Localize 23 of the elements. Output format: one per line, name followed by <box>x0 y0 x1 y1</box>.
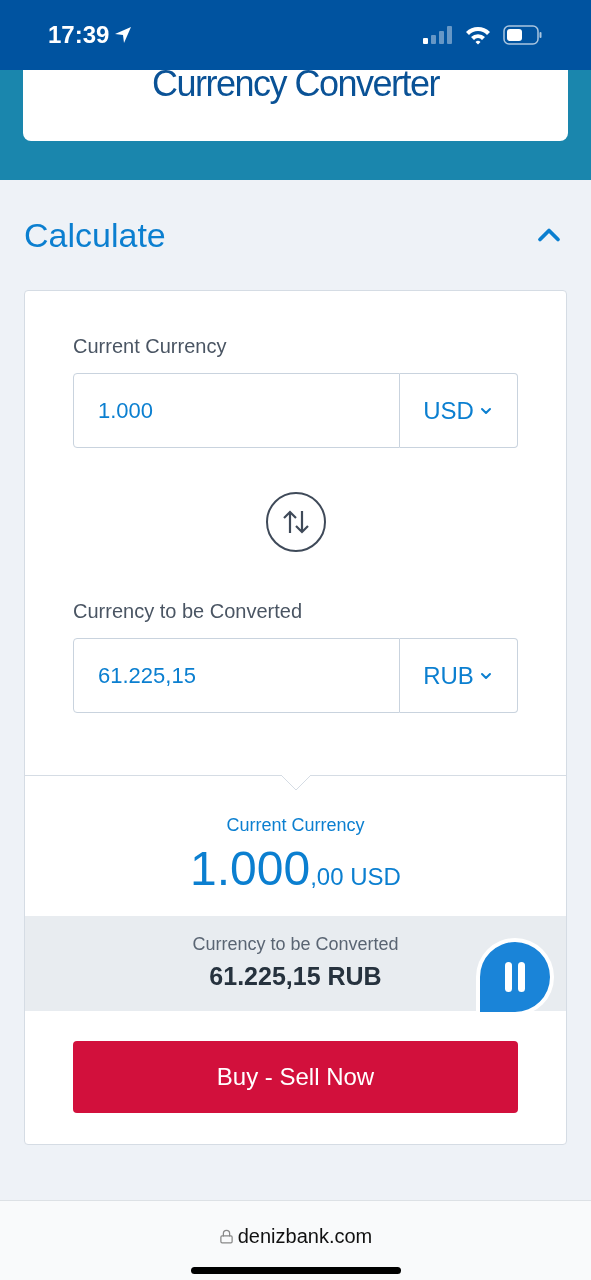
result-currency: ,00 USD <box>310 862 401 892</box>
currency-select[interactable]: RUB <box>400 638 518 713</box>
field-label: Current Currency <box>73 334 228 359</box>
swap-button[interactable] <box>265 492 326 552</box>
lock-icon <box>218 1228 234 1244</box>
amount-field[interactable]: 61.225,15 <box>73 638 400 713</box>
wifi-icon <box>465 25 491 45</box>
url-text[interactable]: denizbank.com <box>237 1221 373 1251</box>
result-label: Current Currency <box>226 814 365 837</box>
result-amount: 1.000 <box>190 841 311 897</box>
amount-field[interactable]: 1.000 <box>73 373 400 448</box>
section-title: Calculate <box>24 214 166 256</box>
location-arrow-icon <box>113 25 134 45</box>
pause-icon <box>504 962 526 992</box>
signal-icon <box>423 25 453 45</box>
battery-icon <box>503 25 543 45</box>
converted-label: Currency to be Converted <box>192 933 399 957</box>
converted-value: 61.225,15 RUB <box>209 961 382 993</box>
buy-sell-button[interactable]: Buy - Sell Now <box>73 1041 518 1113</box>
field-label: Currency to be Converted <box>73 599 303 624</box>
status-time: 17:39 <box>48 20 110 50</box>
page-title: Currency Converter <box>151 66 440 102</box>
currency-select[interactable]: USD <box>400 373 518 448</box>
